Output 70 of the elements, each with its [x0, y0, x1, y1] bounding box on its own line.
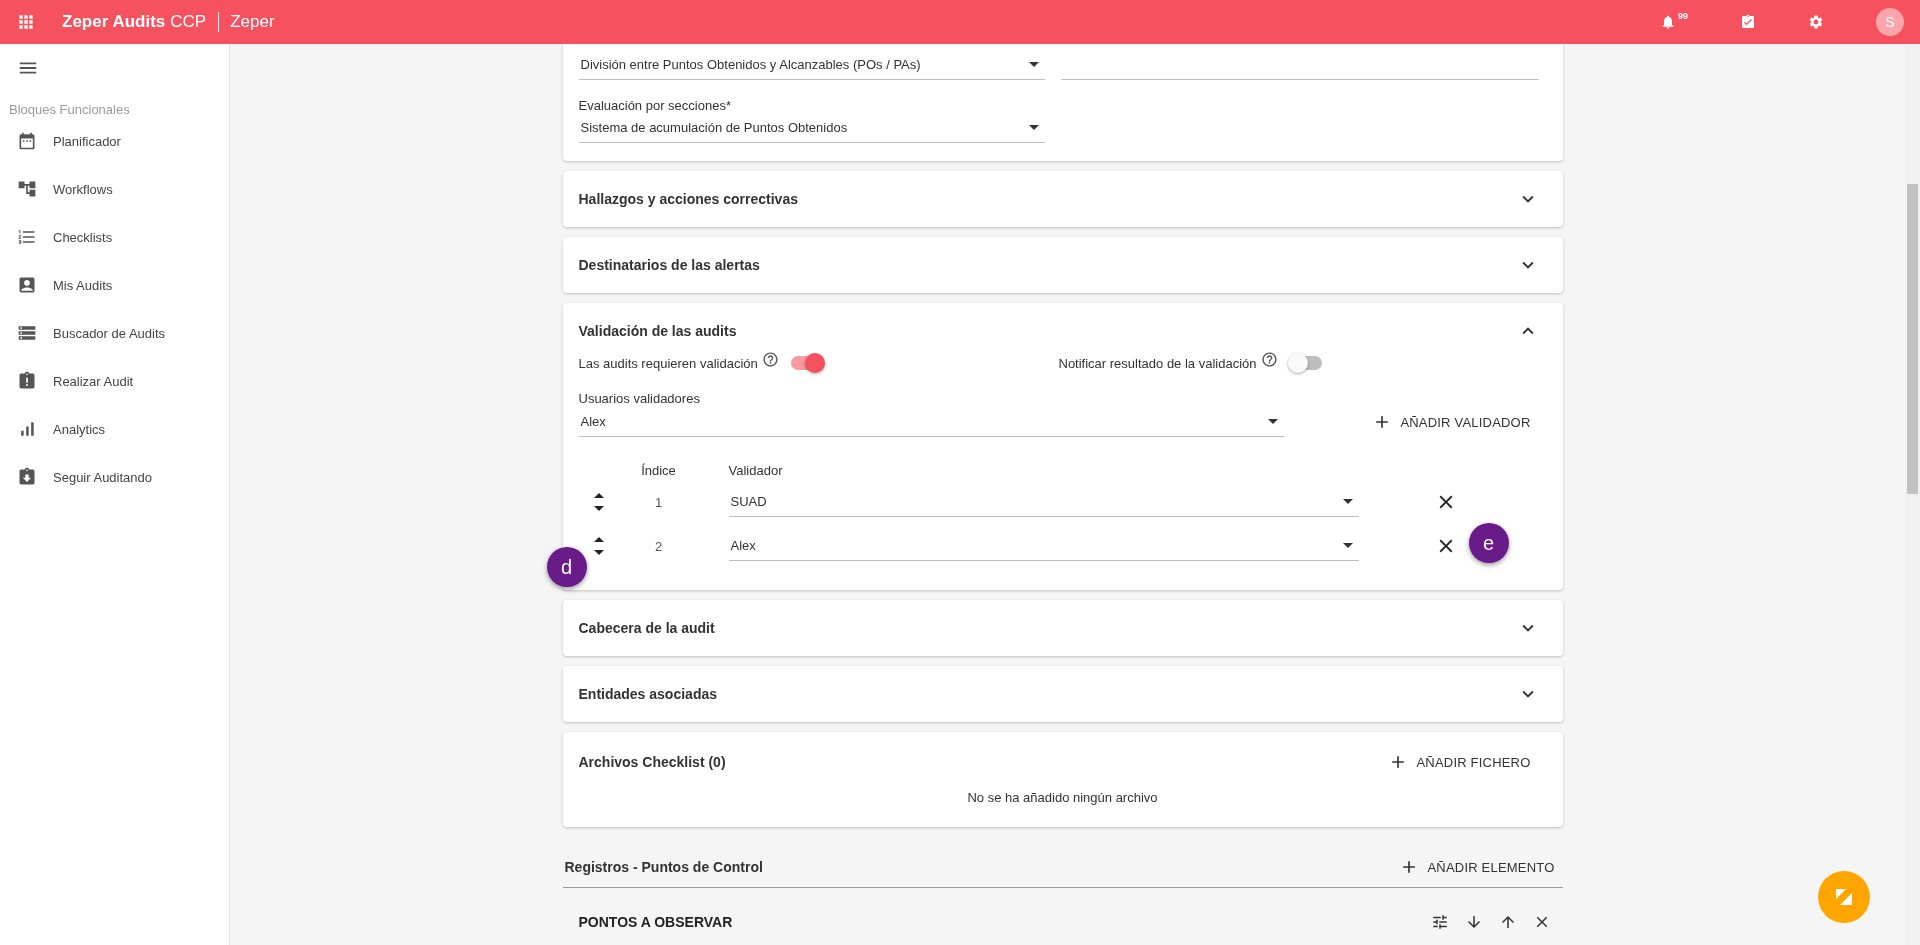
stacked-rows-icon — [17, 323, 37, 343]
column-header: Índice — [641, 462, 676, 478]
toggle-label: Notificar resultado de la validación — [1058, 355, 1257, 371]
add-file-button[interactable]: AÑADIR FICHERO — [1380, 746, 1539, 778]
column-header: Validador — [728, 462, 783, 478]
app-title-suffix: CCP — [170, 12, 220, 32]
sliders-icon[interactable] — [1430, 912, 1449, 931]
clipboard-button[interactable] — [1740, 14, 1756, 30]
sidebar-section-title: Bloques Funcionales — [8, 101, 131, 117]
widget-logo-icon — [1836, 889, 1852, 905]
app-title: Zeper Audits — [62, 12, 166, 32]
notifications-button[interactable] — [1660, 14, 1676, 30]
caret-up-icon — [593, 493, 604, 498]
caret-down-icon — [593, 506, 604, 511]
apps-button[interactable] — [16, 12, 36, 32]
scrollbar[interactable] — [1905, 44, 1920, 945]
select-field[interactable]: Sistema de acumulación de Puntos Obtenidos — [578, 113, 1045, 143]
sidebar-item[interactable]: Checklists — [0, 213, 229, 261]
notification-count: 99 — [1678, 11, 1688, 21]
dropdown-caret-icon — [1028, 125, 1039, 130]
calendar-icon — [17, 131, 37, 151]
sidebar-item[interactable]: Buscador de Audits — [0, 309, 229, 357]
dropdown-caret-icon — [1342, 499, 1353, 504]
help-icon[interactable] — [761, 350, 779, 368]
section-title: Hallazgos y acciones correctivas — [578, 191, 798, 207]
clipboard-alert-icon — [17, 371, 37, 391]
dropdown-caret-icon — [1028, 62, 1039, 67]
sidebar-item[interactable]: Workflows — [0, 165, 229, 213]
settings-icon — [1808, 14, 1824, 30]
select-field[interactable]: SUAD — [728, 487, 1359, 517]
section-title: Cabecera de la audit — [578, 620, 715, 636]
select-field[interactable]: División entre Puntos Obtenidos y Alcanzables (POs / PAs) — [578, 50, 1045, 80]
sidebar-item[interactable]: Realizar Audit — [0, 357, 229, 405]
toggle-switch[interactable] — [1287, 353, 1324, 373]
sidebar-item[interactable]: Seguir Auditando — [0, 453, 229, 501]
sidebar-item[interactable]: Planificador — [0, 117, 229, 165]
clipboard-icon — [1740, 14, 1756, 30]
numbered-list-icon — [17, 227, 37, 247]
organization-name: Zeper — [230, 12, 275, 32]
index-cell: 1 — [654, 494, 663, 510]
section-title: Destinatarios de las alertas — [578, 257, 760, 273]
field-label: Evaluación por secciones* — [578, 98, 732, 113]
help-icon[interactable] — [1260, 350, 1278, 368]
bell-icon — [1660, 14, 1676, 30]
caret-down-icon — [593, 550, 604, 555]
select-field[interactable]: Alex — [578, 407, 1285, 437]
settings-button[interactable] — [1808, 14, 1824, 30]
toggle-label: Las audits requieren validación — [578, 355, 758, 371]
annotation-marker: d — [546, 547, 587, 587]
list-title: Registros - Puntos de Control — [564, 859, 763, 875]
grid-icon — [16, 12, 36, 32]
sidebar-item[interactable]: Analytics — [0, 405, 229, 453]
field-label: Usuarios validadores — [578, 391, 701, 406]
caret-up-icon — [593, 537, 604, 542]
annotation-marker: e — [1468, 523, 1509, 563]
control-point-title: PONTOS A OBSERVAR — [578, 913, 733, 930]
sidebar-item[interactable]: Mis Audits — [0, 261, 229, 309]
hierarchy-icon — [17, 179, 37, 199]
contact-card-icon — [17, 275, 37, 295]
clipboard-download-icon — [17, 467, 37, 487]
index-cell: 2 — [654, 538, 663, 554]
dropdown-caret-icon — [1268, 419, 1279, 424]
add-validator-button[interactable]: AÑADIR VALIDADOR — [1364, 406, 1539, 438]
section-title: Entidades asociadas — [578, 686, 717, 702]
section-title: Validación de las audits — [578, 323, 737, 339]
dropdown-caret-icon — [1342, 543, 1353, 548]
select-field[interactable]: Alex — [728, 531, 1359, 561]
section-title: Archivos Checklist (0) — [578, 754, 726, 770]
add-element-button[interactable]: AÑADIR ELEMENTO — [1391, 851, 1563, 883]
empty-message: No se ha añadido ningún archivo — [966, 789, 1159, 807]
